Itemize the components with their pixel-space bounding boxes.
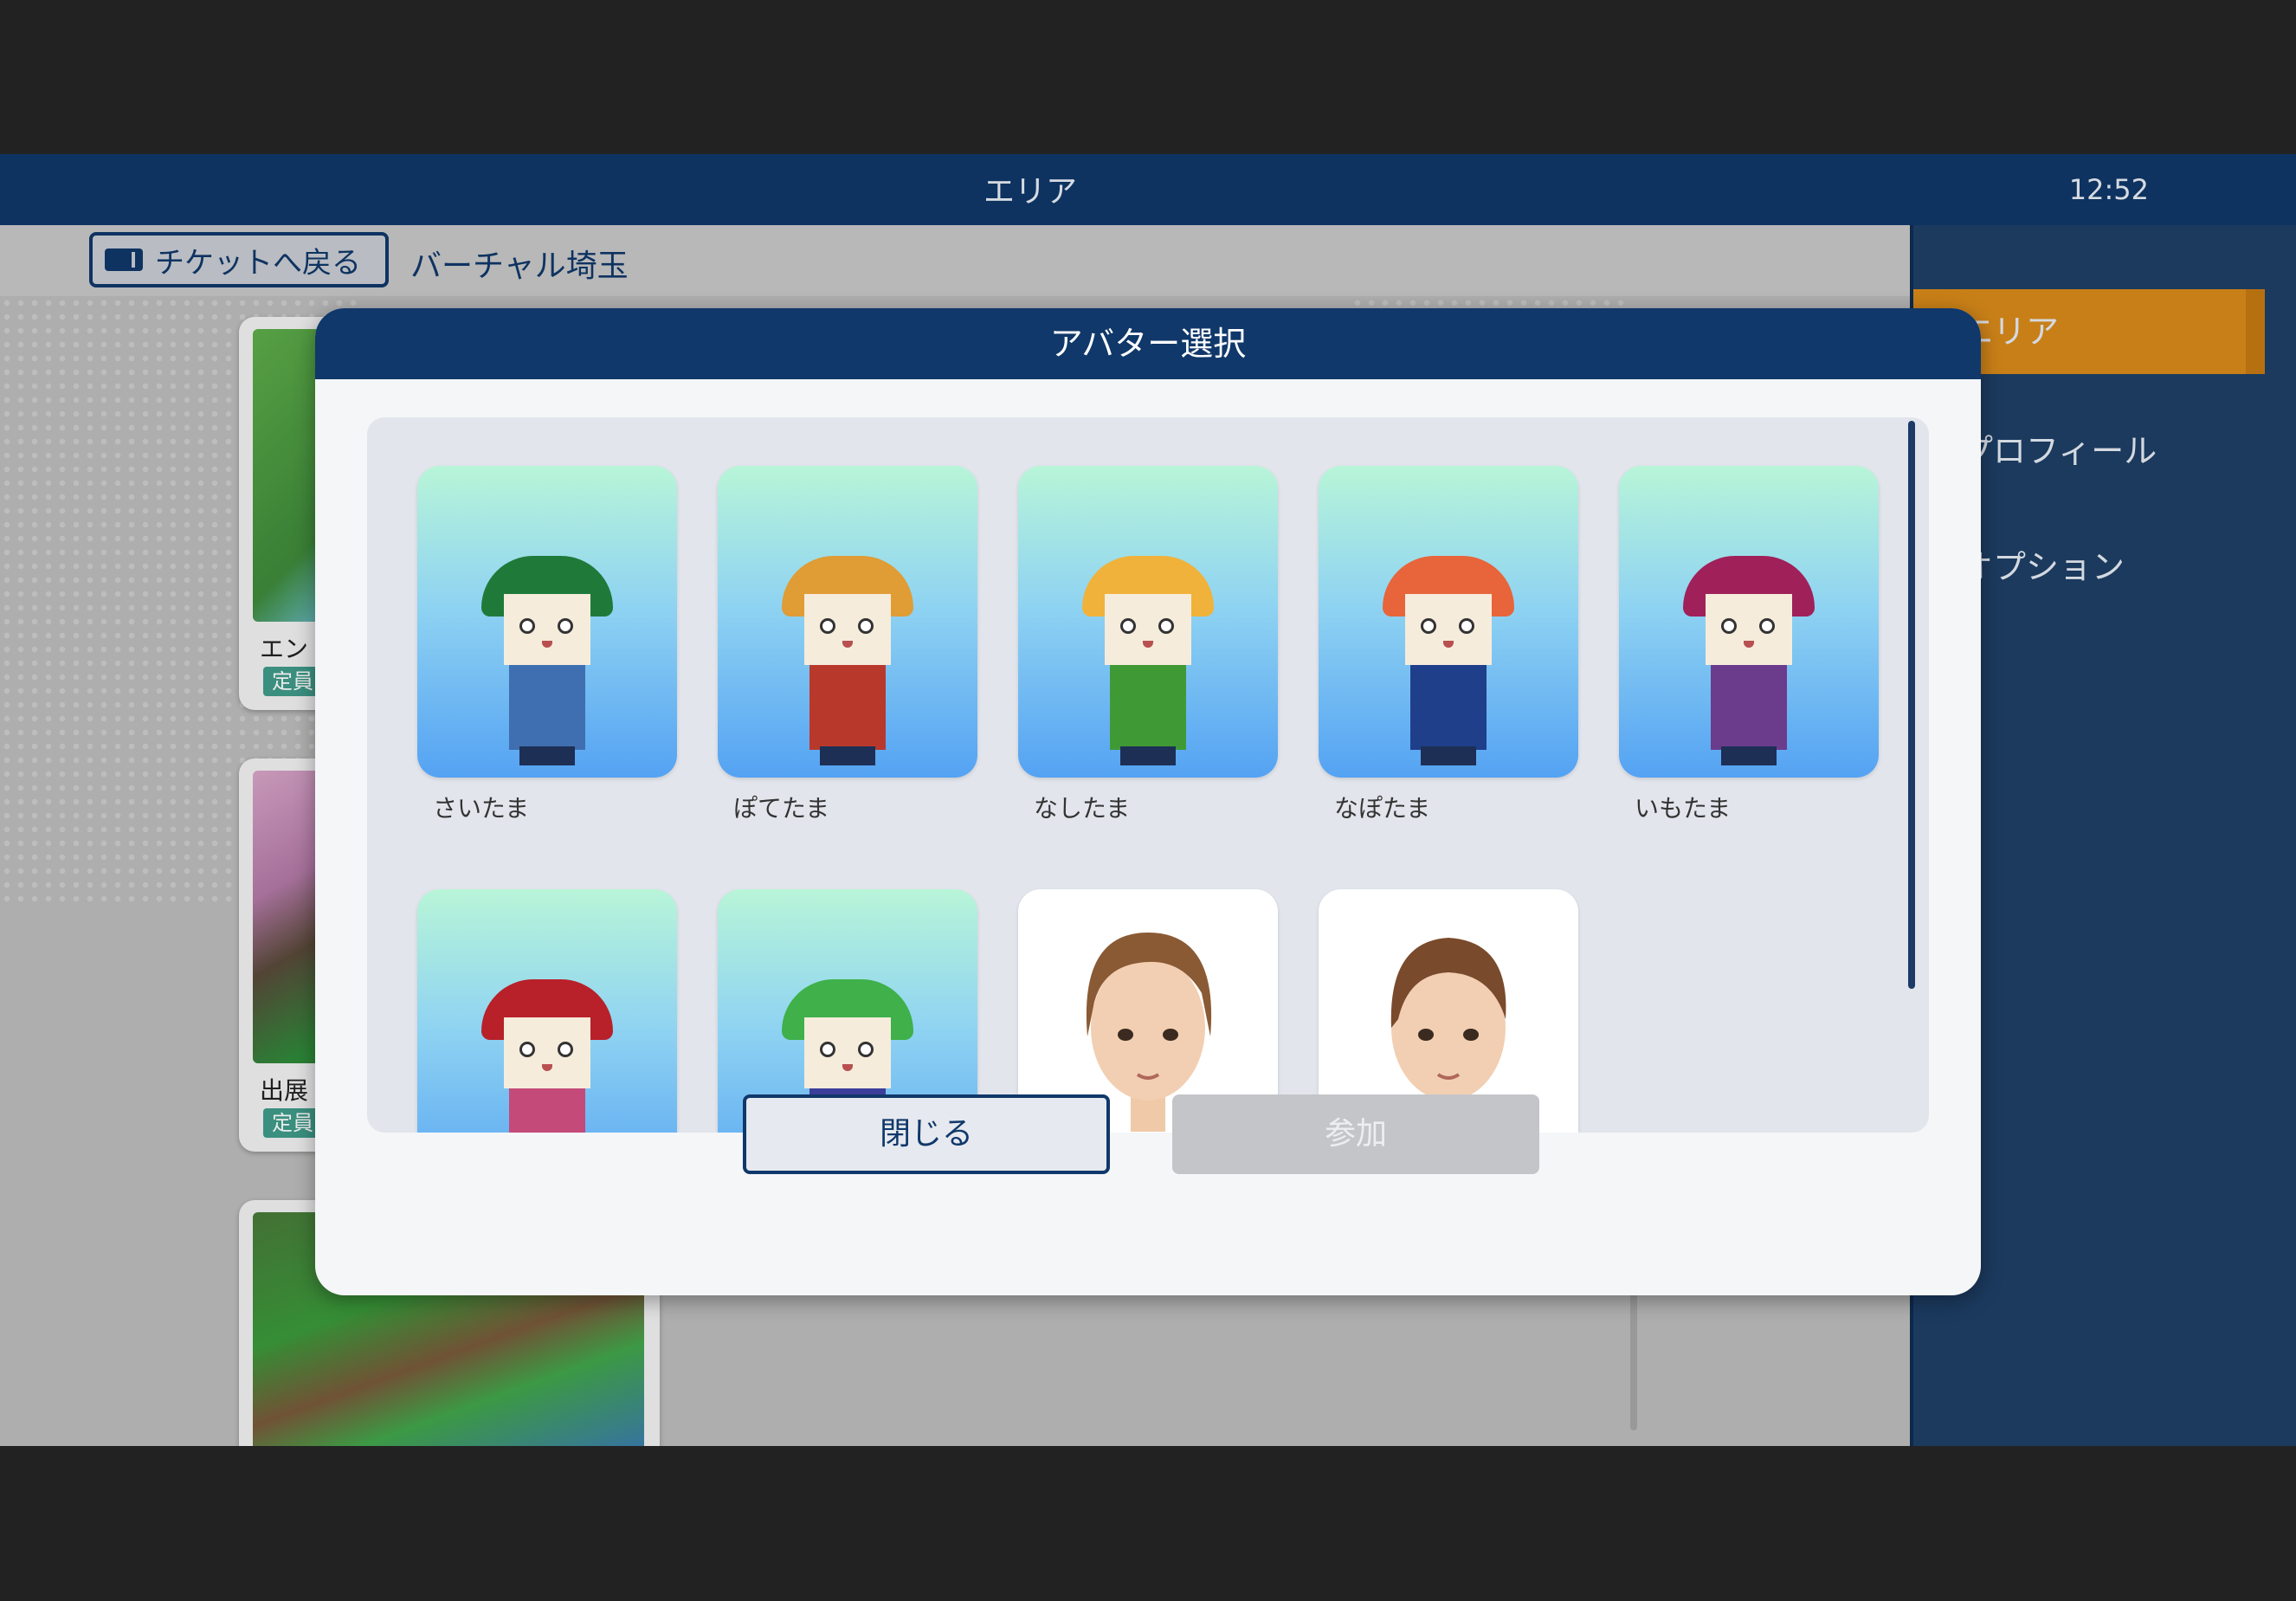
avatar-thumbnail bbox=[1018, 466, 1278, 778]
avatar-option[interactable]: なしたま bbox=[1018, 466, 1278, 824]
avatar-figure bbox=[1018, 466, 1278, 778]
close-button[interactable]: 閉じる bbox=[743, 1094, 1110, 1174]
avatar-option[interactable]: なぽたま bbox=[1319, 466, 1578, 824]
avatar-name: ぽてたま bbox=[733, 794, 830, 823]
avatar-thumbnail bbox=[417, 466, 677, 778]
avatar-select-dialog: アバター選択 さいたま ぽてたま なしたま なぽたま いもたま 閉じる 参加 bbox=[315, 308, 1981, 1295]
avatar-grid-scrollbar[interactable] bbox=[1908, 421, 1915, 989]
avatar-option[interactable] bbox=[417, 889, 677, 1133]
avatar-name: さいたま bbox=[433, 794, 530, 823]
avatar-name: なしたま bbox=[1034, 794, 1131, 823]
avatar-option[interactable]: さいたま bbox=[417, 466, 677, 824]
avatar-figure bbox=[1319, 466, 1578, 778]
avatar-option[interactable]: ぽてたま bbox=[718, 466, 977, 824]
dialog-title: アバター選択 bbox=[315, 308, 1981, 379]
join-button[interactable]: 参加 bbox=[1172, 1094, 1539, 1174]
avatar-name: いもたま bbox=[1635, 794, 1732, 823]
avatar-grid: さいたま ぽてたま なしたま なぽたま いもたま bbox=[367, 417, 1929, 1133]
avatar-name: なぽたま bbox=[1334, 794, 1431, 823]
avatar-figure bbox=[417, 466, 677, 778]
avatar-thumbnail bbox=[1619, 466, 1879, 778]
avatar-thumbnail bbox=[1319, 466, 1578, 778]
avatar-thumbnail bbox=[718, 466, 977, 778]
avatar-figure bbox=[417, 889, 677, 1133]
avatar-thumbnail bbox=[417, 889, 677, 1133]
avatar-option[interactable]: いもたま bbox=[1619, 466, 1879, 824]
avatar-figure bbox=[1619, 466, 1879, 778]
app-window: エリア 12:52 チケットへ戻る バーチャル埼玉 エン 定員 出展 定員 エリ… bbox=[0, 154, 2296, 1446]
avatar-figure bbox=[718, 466, 977, 778]
